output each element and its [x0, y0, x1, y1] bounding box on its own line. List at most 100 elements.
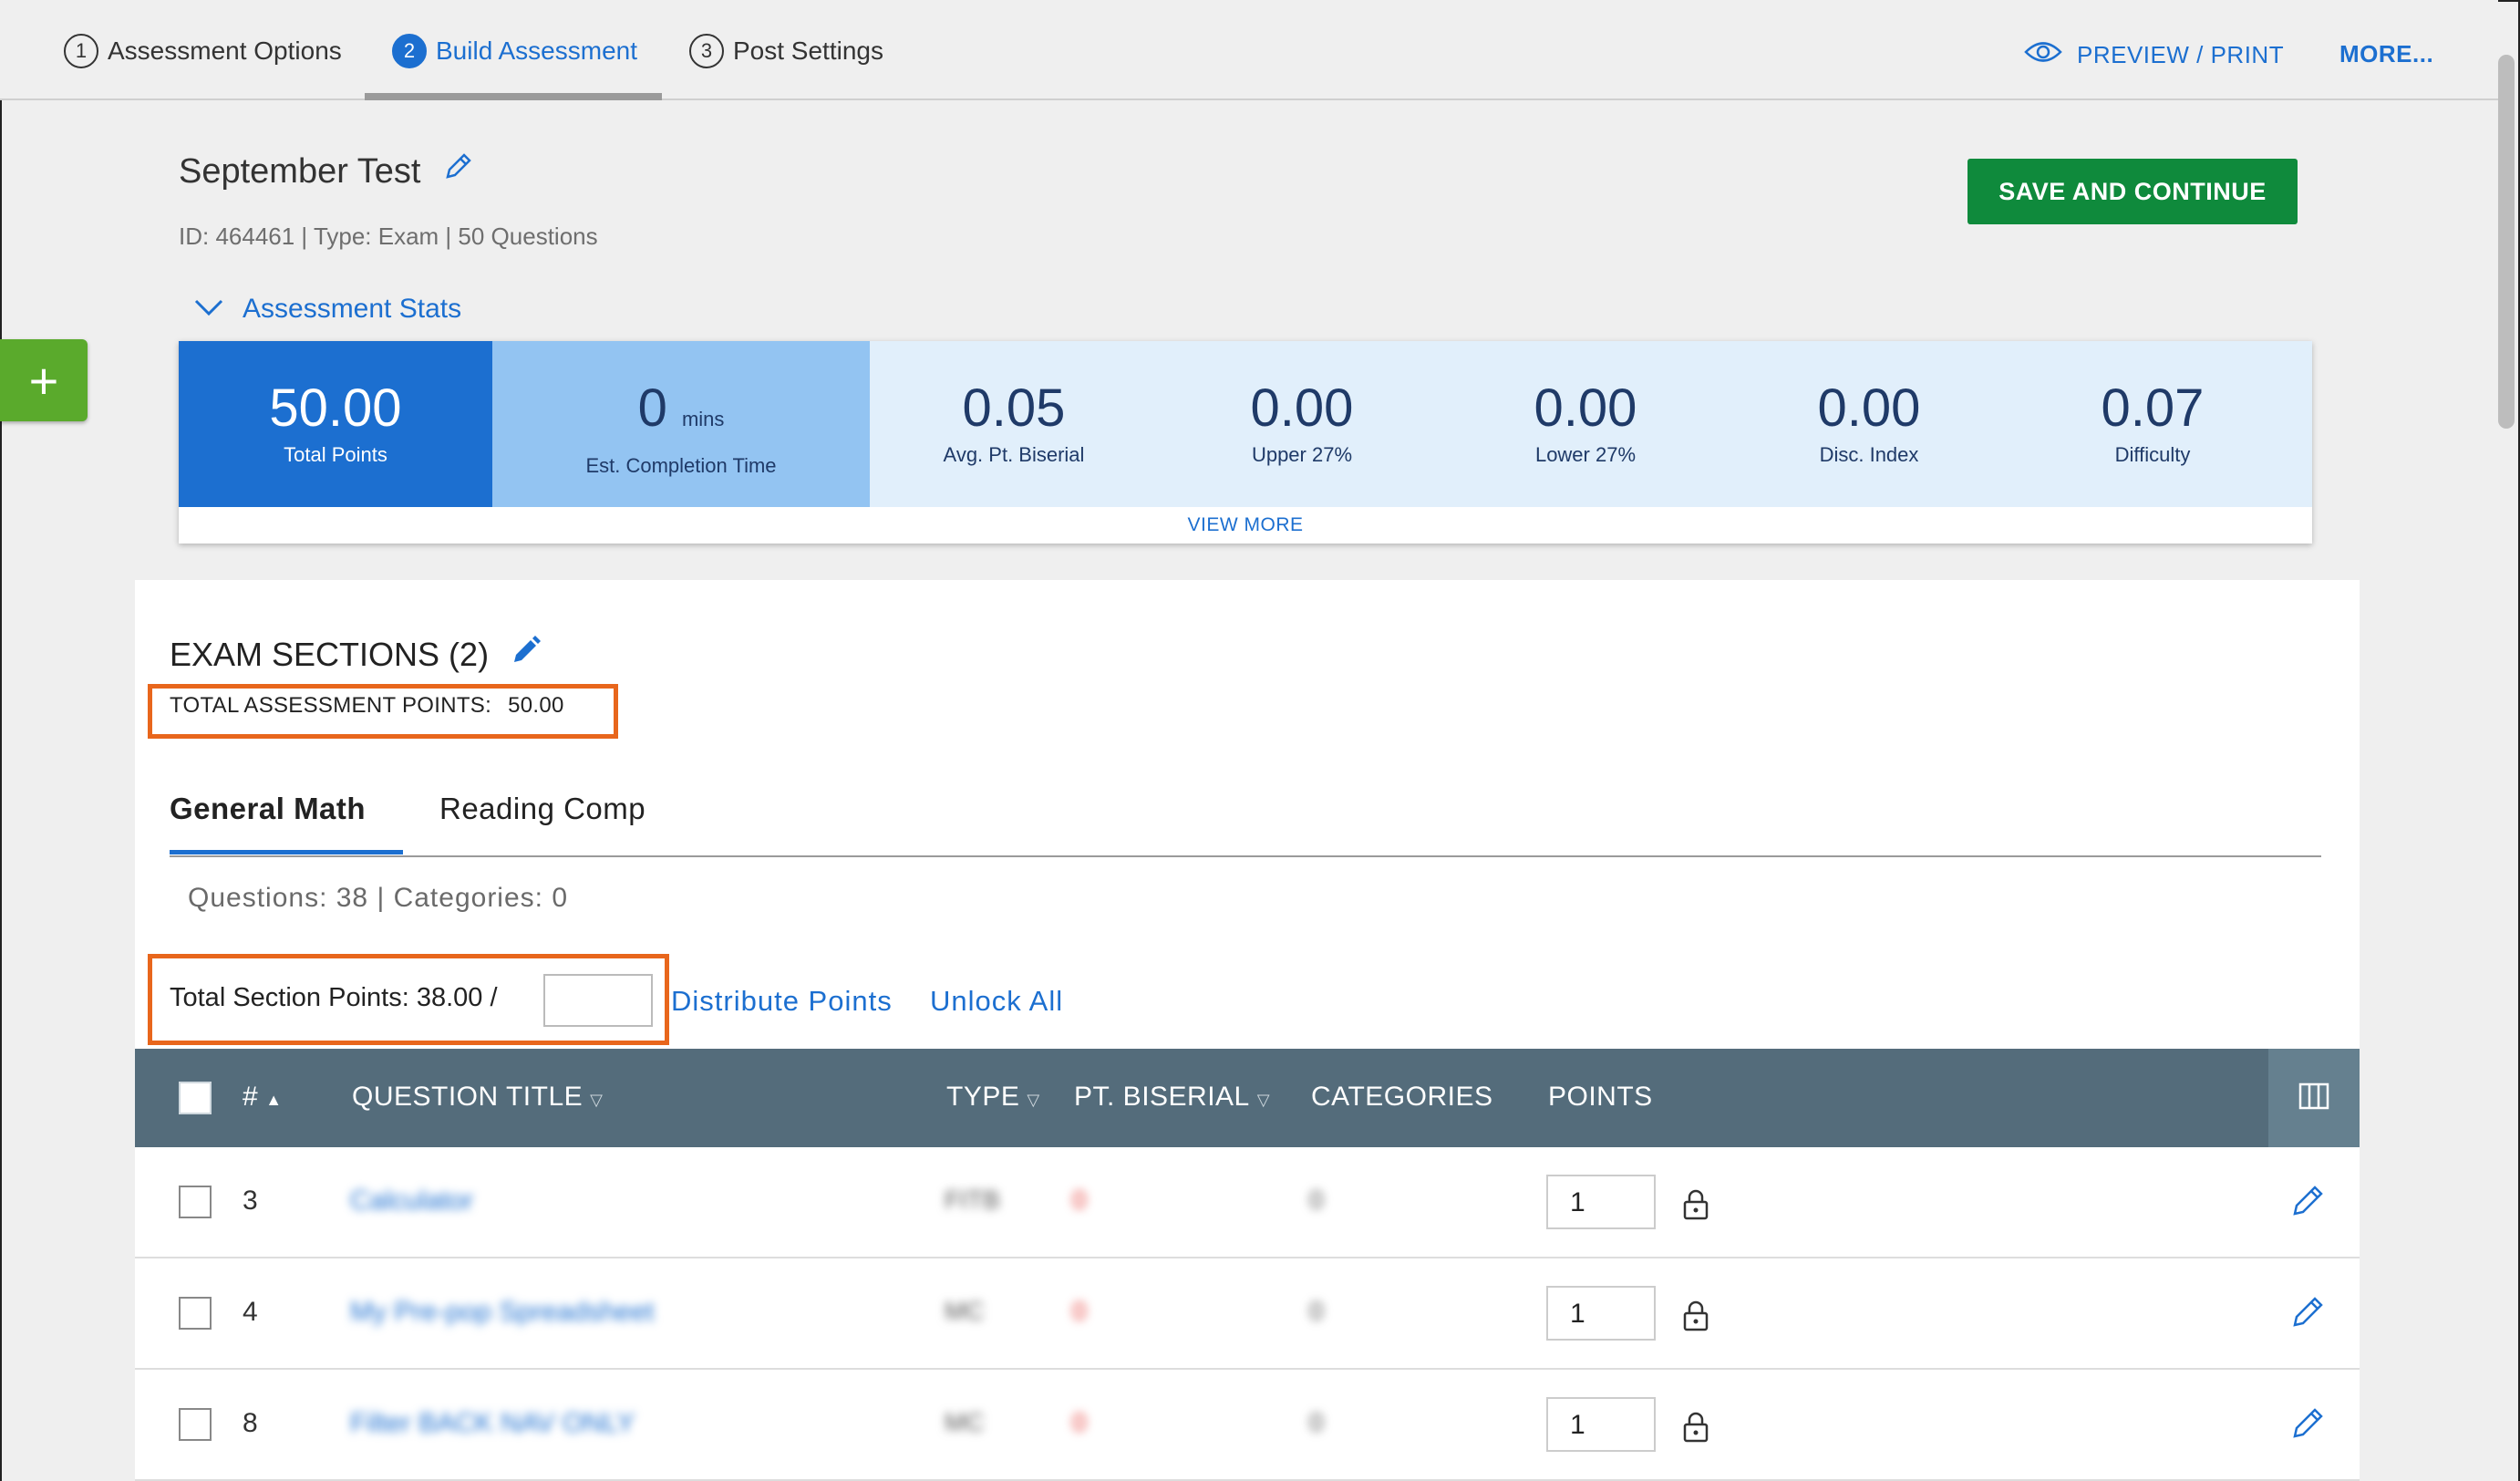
stat-value: 0.07	[2101, 378, 2205, 438]
points-input[interactable]: 1	[1546, 1286, 1656, 1341]
chevron-down-icon	[193, 294, 224, 325]
step-number: 2	[392, 34, 427, 68]
add-plus-button[interactable]: +	[0, 339, 88, 421]
question-number: 8	[243, 1408, 258, 1438]
questions-table-header: # ▲ QUESTION TITLE ▽ TYPE ▽ PT. BISERIAL ▽ C…	[135, 1049, 2360, 1147]
column-type[interactable]: TYPE ▽	[946, 1082, 1040, 1113]
edit-title-pencil-icon[interactable]	[442, 151, 473, 192]
lock-icon[interactable]	[1681, 1410, 1710, 1447]
exam-sections-title: EXAM SECTIONS (2)	[170, 635, 490, 673]
stat-value: 0.05	[962, 378, 1066, 438]
question-category-count: Questions: 38 | Categories: 0	[188, 883, 569, 913]
question-type: FITB	[945, 1186, 1000, 1214]
active-step-indicator	[365, 93, 662, 100]
tab-general-math[interactable]: General Math	[170, 792, 366, 826]
stat-label: Lower 27%	[1534, 443, 1637, 466]
step-post-settings[interactable]: 3 Post Settings	[689, 33, 883, 69]
stat-difficulty: 0.07 Difficulty	[2013, 341, 2292, 507]
step-number: 1	[64, 34, 98, 68]
question-title-link[interactable]: Filter BACK NAV ONLY	[350, 1408, 635, 1439]
active-tab-indicator	[170, 850, 403, 854]
stat-value: 50.00	[269, 378, 402, 438]
section-points-input[interactable]	[543, 974, 653, 1027]
table-row: 8 Filter BACK NAV ONLY MC 0 0 1	[135, 1370, 2360, 1481]
exam-sections-card: EXAM SECTIONS (2) TOTAL ASSESSMENT POINT…	[135, 580, 2360, 1481]
stat-label: Est. Completion Time	[585, 454, 777, 477]
step-number: 3	[689, 34, 724, 68]
tab-divider	[170, 855, 2321, 857]
plus-icon: +	[28, 351, 59, 409]
question-title-link[interactable]: Calculator	[350, 1186, 473, 1217]
stat-disc-index: 0.00 Disc. Index	[1725, 341, 2013, 507]
row-checkbox[interactable]	[179, 1297, 212, 1330]
column-pt-biserial[interactable]: PT. BISERIAL ▽	[1074, 1082, 1270, 1113]
lock-icon[interactable]	[1681, 1299, 1710, 1336]
edit-question-pencil-icon[interactable]	[2290, 1404, 2327, 1445]
total-section-points: Total Section Points: 38.00 /	[170, 983, 498, 1012]
column-biserial-label: PT. BISERIAL	[1074, 1082, 1250, 1112]
save-and-continue-button[interactable]: SAVE AND CONTINUE	[1967, 159, 2298, 224]
points-input[interactable]: 1	[1546, 1397, 1656, 1452]
column-number[interactable]: # ▲	[243, 1082, 283, 1113]
stat-value: 0.00	[1534, 378, 1637, 438]
stat-avg-biserial: 0.05 Avg. Pt. Biserial	[870, 341, 1158, 507]
question-type: MC	[945, 1408, 985, 1436]
assessment-stats-toggle[interactable]: Assessment Stats	[193, 294, 461, 325]
lock-icon[interactable]	[1681, 1187, 1710, 1225]
question-biserial: 0	[1072, 1297, 1087, 1325]
sort-icon: ▽	[590, 1091, 604, 1109]
preview-print-link[interactable]: PREVIEW / PRINT	[2024, 40, 2284, 70]
question-type: MC	[945, 1297, 985, 1325]
question-biserial: 0	[1072, 1408, 1087, 1436]
total-points-label: TOTAL ASSESSMENT POINTS:	[170, 693, 492, 718]
stat-total-points: 50.00 Total Points	[179, 341, 492, 507]
table-row: 3 Calculator FITB 0 0 1	[135, 1147, 2360, 1258]
edit-sections-pencil-icon[interactable]	[511, 635, 542, 674]
columns-icon	[2298, 1082, 2329, 1114]
unlock-all-link[interactable]: Unlock All	[930, 985, 1063, 1018]
eye-icon	[2024, 40, 2062, 70]
scrollbar[interactable]	[2498, 55, 2515, 429]
stat-value: 0	[637, 378, 667, 438]
table-row: 4 My Pre-pop Spreadsheet MC 0 0 1	[135, 1258, 2360, 1370]
stats-row: 50.00 Total Points 0 mins Est. Completio…	[179, 341, 2312, 507]
preview-print-label: PREVIEW / PRINT	[2077, 41, 2285, 68]
assessment-stats-label: Assessment Stats	[243, 294, 462, 324]
assessment-title: September Test	[179, 151, 473, 192]
stat-value: 0.00	[1817, 378, 1921, 438]
row-checkbox[interactable]	[179, 1186, 212, 1218]
question-title-link[interactable]: My Pre-pop Spreadsheet	[350, 1297, 655, 1328]
total-assessment-points: TOTAL ASSESSMENT POINTS: 50.00	[170, 693, 564, 719]
stat-completion-time: 0 mins Est. Completion Time	[492, 341, 870, 507]
stat-label: Avg. Pt. Biserial	[943, 443, 1085, 466]
question-categories: 0	[1309, 1408, 1324, 1436]
question-categories: 0	[1309, 1186, 1324, 1214]
row-checkbox[interactable]	[179, 1408, 212, 1441]
sort-icon: ▽	[1256, 1091, 1271, 1109]
question-biserial: 0	[1072, 1186, 1087, 1214]
assessment-title-text: September Test	[179, 151, 421, 191]
points-input[interactable]: 1	[1546, 1175, 1656, 1229]
stat-value: 0.00	[1250, 378, 1354, 438]
view-more-link[interactable]: VIEW MORE	[179, 507, 2312, 544]
stats-panel: 50.00 Total Points 0 mins Est. Completio…	[179, 341, 2312, 544]
stat-label: Upper 27%	[1251, 443, 1353, 466]
sort-icon: ▽	[1027, 1091, 1040, 1109]
column-settings-button[interactable]	[2268, 1049, 2360, 1147]
step-build-assessment[interactable]: 2 Build Assessment	[392, 33, 637, 69]
stat-upper-27: 0.00 Upper 27%	[1158, 341, 1446, 507]
question-number: 3	[243, 1186, 258, 1216]
edit-question-pencil-icon[interactable]	[2290, 1182, 2327, 1223]
question-categories: 0	[1309, 1297, 1324, 1325]
step-assessment-options[interactable]: 1 Assessment Options	[64, 33, 342, 69]
tab-reading-comp[interactable]: Reading Comp	[439, 792, 645, 826]
select-all-checkbox[interactable]	[179, 1082, 212, 1114]
assessment-meta: ID: 464461 | Type: Exam | 50 Questions	[179, 223, 598, 250]
sort-asc-icon: ▲	[265, 1091, 283, 1109]
column-question-title[interactable]: QUESTION TITLE ▽	[352, 1082, 604, 1113]
stat-lower-27: 0.00 Lower 27%	[1446, 341, 1725, 507]
stat-label: Total Points	[284, 443, 387, 466]
edit-question-pencil-icon[interactable]	[2290, 1293, 2327, 1334]
more-menu[interactable]: MORE...	[2339, 40, 2433, 68]
distribute-points-link[interactable]: Distribute Points	[671, 985, 893, 1018]
